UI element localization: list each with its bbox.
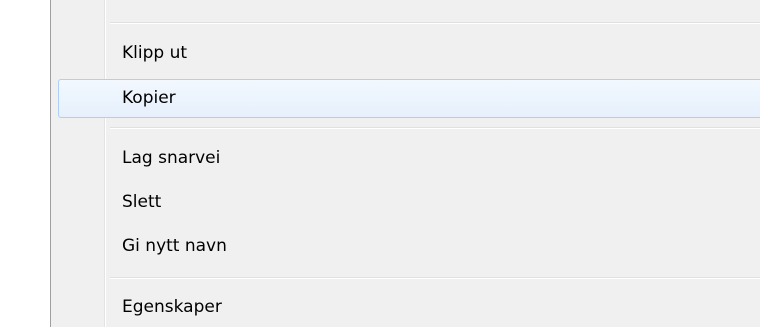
menu-separator [110, 22, 760, 24]
menu-item-label: Kopier [122, 88, 176, 108]
menu-item-label: Gi nytt navn [122, 236, 227, 256]
menu-separator [110, 277, 760, 279]
menu-item-label: Slett [122, 192, 162, 212]
menu-item-label: Egenskaper [122, 297, 222, 317]
desktop-background [0, 0, 50, 327]
menu-separator [110, 127, 760, 129]
menu-item-delete[interactable]: Slett [51, 180, 760, 224]
menu-item-rename[interactable]: Gi nytt navn [51, 224, 760, 268]
menu-item-properties[interactable]: Egenskaper [51, 285, 760, 329]
menu-item-label: Klipp ut [122, 43, 188, 63]
menu-item-cut[interactable]: Klipp ut [51, 31, 760, 75]
context-menu: Klipp ut Kopier Lag snarvei Slett Gi nyt… [51, 0, 760, 327]
menu-item-copy[interactable]: Kopier [51, 76, 760, 120]
menu-item-create-shortcut[interactable]: Lag snarvei [51, 136, 760, 180]
menu-item-label: Lag snarvei [122, 148, 221, 168]
